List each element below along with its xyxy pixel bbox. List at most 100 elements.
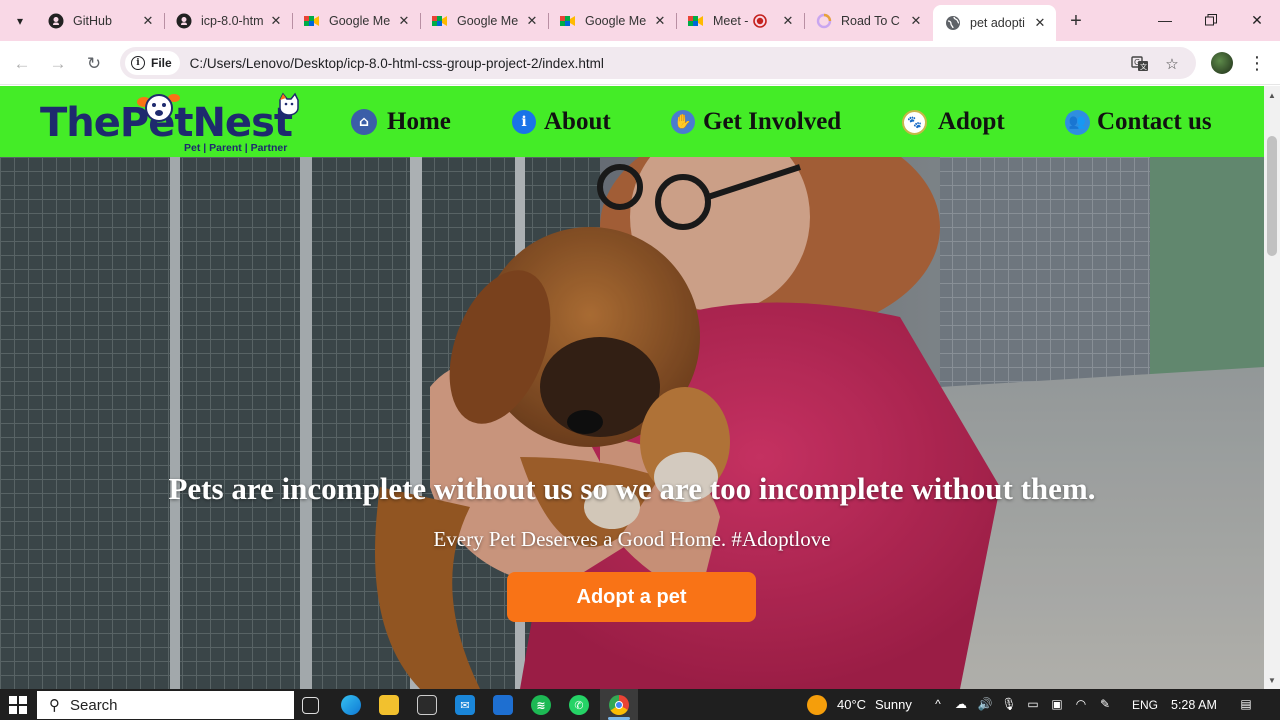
mail-icon[interactable]: ✉	[455, 695, 475, 715]
tab-title: Road To C	[841, 13, 900, 28]
profile-avatar[interactable]	[1211, 52, 1233, 74]
wifi-icon[interactable]: ◠	[1073, 696, 1089, 712]
tab-title: Google Me	[585, 13, 647, 28]
reload-button[interactable]: ↻	[81, 51, 107, 77]
battery-icon[interactable]: ▭	[1025, 696, 1041, 712]
microsoft-store-icon[interactable]	[417, 695, 437, 715]
nav-home-link[interactable]: ⌂ Home	[351, 104, 451, 140]
url-text[interactable]: C:/Users/Lenovo/Desktop/icp-8.0-html-css…	[190, 56, 604, 71]
close-tab-icon[interactable]: ✕	[268, 13, 284, 29]
hero-section: Pets are incomplete without us so we are…	[0, 157, 1264, 689]
browser-toolbar: ← → ↻ i File C:/Users/Lenovo/Desktop/icp…	[0, 41, 1280, 85]
tab-google-meet-3[interactable]: Google Me ✕	[548, 6, 676, 35]
taskbar-search-box[interactable]: ⚲ Search	[37, 691, 294, 719]
restore-window-button[interactable]	[1188, 0, 1234, 40]
tab-meet-recording[interactable]: Meet - ✕	[676, 6, 804, 35]
translate-icon[interactable]: G文	[1131, 55, 1149, 73]
paw-badge-icon: 🐾	[902, 109, 927, 135]
chrome-icon[interactable]	[609, 695, 629, 715]
tab-icp-repo[interactable]: icp-8.0-htm ✕	[164, 6, 292, 35]
scrollbar-thumb[interactable]	[1267, 136, 1277, 256]
contact-people-icon: 👥	[1065, 109, 1090, 135]
windows-start-icon[interactable]	[9, 696, 27, 714]
tab-title: Google Me	[329, 13, 391, 28]
close-tab-icon[interactable]: ✕	[140, 13, 156, 29]
minimize-window-button[interactable]: —	[1142, 0, 1188, 40]
show-hidden-icons-chevron-icon[interactable]: ^	[930, 696, 946, 712]
new-tab-button[interactable]: +	[1064, 9, 1088, 33]
spotify-icon[interactable]: ≋	[531, 695, 551, 715]
home-icon: ⌂	[351, 109, 377, 135]
onedrive-cloud-icon[interactable]: ☁	[953, 696, 969, 712]
site-info-chip[interactable]: i File	[125, 51, 180, 75]
close-tab-icon[interactable]: ✕	[1032, 15, 1048, 31]
nav-contact-link[interactable]: 👥 Contact us	[1065, 104, 1212, 140]
tab-search-menu-button[interactable]: ▾	[6, 8, 34, 34]
scroll-up-arrow-icon[interactable]: ▲	[1264, 88, 1280, 102]
adopt-a-pet-button[interactable]: Adopt a pet	[507, 572, 756, 622]
search-icon: ⚲	[49, 697, 60, 714]
page-scrollbar[interactable]: ▲ ▼	[1264, 86, 1280, 689]
clock-time[interactable]: 5:28 AM	[1171, 698, 1217, 712]
github-icon	[176, 13, 192, 29]
nav-get-involved-link[interactable]: ✋ Get Involved	[671, 104, 841, 140]
hero-headline: Pets are incomplete without us so we are…	[168, 471, 1096, 506]
close-tab-icon[interactable]: ✕	[396, 13, 412, 29]
tab-title: GitHub	[73, 13, 112, 28]
tab-road-to[interactable]: Road To C ✕	[804, 6, 932, 35]
sun-weather-icon[interactable]	[807, 695, 827, 715]
site-logo[interactable]: ThePetNest Pet | Parent | Partner	[40, 92, 302, 156]
weather-temperature[interactable]: 40°C	[837, 697, 866, 712]
tab-title: pet adopti	[970, 16, 1025, 30]
nav-contact-label: Contact us	[1097, 108, 1212, 135]
svg-text:文: 文	[1140, 62, 1147, 71]
tab-google-meet-2[interactable]: Google Me ✕	[420, 6, 548, 35]
task-view-icon[interactable]	[302, 697, 319, 714]
google-meet-icon	[432, 13, 448, 29]
close-tab-icon[interactable]: ✕	[780, 13, 796, 29]
address-bar[interactable]: i File C:/Users/Lenovo/Desktop/icp-8.0-h…	[120, 47, 1196, 79]
input-language[interactable]: ENG	[1132, 698, 1158, 712]
microphone-icon[interactable]: 🎙	[1001, 696, 1017, 712]
whatsapp-icon[interactable]: ✆	[569, 695, 589, 715]
tab-google-meet-1[interactable]: Google Me ✕	[292, 6, 420, 35]
close-tab-icon[interactable]: ✕	[524, 13, 540, 29]
camera-icon[interactable]: ▣	[1049, 696, 1065, 712]
google-meet-icon	[560, 13, 576, 29]
bookmark-star-icon[interactable]: ☆	[1163, 55, 1181, 73]
github-icon	[48, 13, 64, 29]
close-tab-icon[interactable]: ✕	[908, 13, 924, 29]
tab-github[interactable]: GitHub ✕	[36, 6, 164, 35]
tab-title: icp-8.0-htm	[201, 13, 264, 28]
weather-condition[interactable]: Sunny	[875, 697, 912, 712]
recording-icon	[752, 13, 768, 29]
tab-pet-adoption-active[interactable]: pet adopti ✕	[933, 5, 1056, 41]
browser-menu-icon[interactable]: ⋮	[1248, 52, 1266, 74]
scheme-label: File	[151, 56, 172, 70]
dog-mascot-icon	[137, 94, 180, 122]
tab-title: Google Me	[457, 13, 519, 28]
windows-taskbar: ⚲ Search ✉ ≋ ✆ 40°C Sunny ^ ☁ 🔊 🎙 ▭ ▣ ◠ …	[0, 689, 1280, 720]
close-tab-icon[interactable]: ✕	[652, 13, 668, 29]
close-window-button[interactable]: ✕	[1234, 0, 1280, 40]
speaker-volume-icon[interactable]: 🔊	[977, 696, 993, 712]
file-explorer-icon[interactable]	[379, 695, 399, 715]
nav-adopt-link[interactable]: 🐾 Adopt	[902, 104, 1005, 140]
info-icon: i	[512, 110, 536, 134]
tab-strip: ▾ GitHub ✕ icp-8.0-htm ✕ Google Me ✕ Goo…	[0, 0, 1280, 41]
google-meet-icon	[304, 13, 320, 29]
nav-get-involved-label: Get Involved	[703, 108, 842, 135]
forward-button[interactable]: →	[45, 51, 71, 77]
globe-icon	[945, 15, 961, 31]
site-navbar: ThePetNest Pet | Parent | Partner ⌂ Home…	[0, 86, 1264, 157]
pen-icon[interactable]: ✎	[1097, 696, 1113, 712]
logo-tagline: Pet | Parent | Partner	[184, 142, 288, 154]
back-button[interactable]: ←	[9, 51, 35, 77]
scroll-down-arrow-icon[interactable]: ▼	[1264, 673, 1280, 687]
nav-about-link[interactable]: i About	[512, 104, 611, 140]
edge-browser-icon[interactable]	[341, 695, 361, 715]
notifications-icon[interactable]: ▤	[1238, 696, 1254, 712]
hands-icon: ✋	[671, 110, 695, 134]
hero-subheadline: Every Pet Deserves a Good Home. #Adoptlo…	[433, 527, 831, 551]
notes-app-icon[interactable]	[493, 695, 513, 715]
